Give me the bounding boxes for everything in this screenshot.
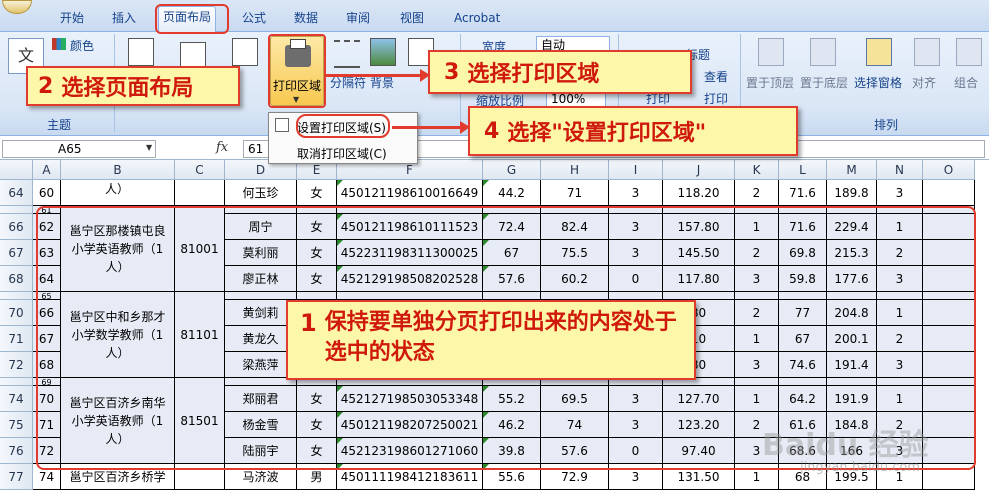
row-header[interactable]: 77 xyxy=(0,464,33,490)
column-header-h[interactable]: H xyxy=(541,160,609,180)
selection-pane-label[interactable]: 选择窗格 xyxy=(854,74,902,91)
row-header[interactable]: 68 xyxy=(0,266,33,292)
column-header-o[interactable]: O xyxy=(923,160,975,180)
callout-step1-text: 保持要单独分页打印出来的内容处于选中的状态 xyxy=(324,310,677,365)
excel-window: 开始 插入 页面布局 公式 数据 审阅 视图 Acrobat 文 颜色 主题 打… xyxy=(0,0,989,504)
callout-step4: 4 选择"设置打印区域" xyxy=(468,106,798,156)
selection-pane-icon[interactable] xyxy=(866,38,892,66)
fx-icon[interactable]: fx xyxy=(216,140,228,155)
row-header[interactable]: 66 xyxy=(0,214,33,240)
cell[interactable]: 何玉珍 xyxy=(225,180,297,206)
align-label[interactable]: 对齐 xyxy=(912,74,936,91)
column-header-i[interactable]: I xyxy=(609,160,663,180)
name-box[interactable]: A65 xyxy=(2,140,156,158)
callout-step2-text: 选择页面布局 xyxy=(61,76,194,101)
chevron-down-icon[interactable]: ▼ xyxy=(146,143,152,152)
cell[interactable]: 71 xyxy=(541,180,609,206)
row-header[interactable]: 67 xyxy=(0,240,33,266)
arrow-step4 xyxy=(392,121,470,134)
row-header[interactable] xyxy=(0,206,33,214)
baidu-watermark-url: jingyan.baidu.com xyxy=(800,460,920,475)
callout-step1: 1 保持要单独分页打印出来的内容处于选中的状态 xyxy=(286,300,696,380)
colors-label[interactable]: 颜色 xyxy=(70,37,94,54)
row-header[interactable]: 71 xyxy=(0,326,33,352)
highlight-set-print-area xyxy=(296,114,390,138)
print-option-label[interactable]: 打印 xyxy=(704,90,728,107)
highlight-print-area-button xyxy=(268,34,326,108)
margins-icon[interactable] xyxy=(128,38,154,66)
callout-step4-num: 4 xyxy=(484,118,500,144)
breaks-icon[interactable] xyxy=(334,40,360,68)
size-icon[interactable] xyxy=(232,38,258,66)
clear-print-area-item[interactable]: 取消打印区域(C) xyxy=(297,145,387,162)
column-header-b[interactable]: B xyxy=(61,160,175,180)
cell[interactable]: 女 xyxy=(297,180,337,206)
select-all-corner[interactable] xyxy=(0,160,33,180)
tab-view[interactable]: 视图 xyxy=(396,8,428,30)
row-header[interactable]: 75 xyxy=(0,412,33,438)
column-header-m[interactable]: M xyxy=(827,160,877,180)
align-icon[interactable] xyxy=(914,38,940,66)
callout-step3: 3 选择打印区域 xyxy=(428,50,692,94)
tab-data[interactable]: 数据 xyxy=(290,8,322,30)
cell[interactable]: 71.6 xyxy=(779,180,827,206)
callout-step4-text: 选择"设置打印区域" xyxy=(507,121,707,146)
column-header-j[interactable]: J xyxy=(663,160,735,180)
cell-text-partial: 人） xyxy=(105,182,130,196)
view-label[interactable]: 查看 xyxy=(704,68,728,85)
row-header[interactable] xyxy=(0,292,33,300)
column-header-g[interactable]: G xyxy=(483,160,541,180)
tab-review[interactable]: 审阅 xyxy=(342,8,374,30)
background-icon[interactable] xyxy=(370,38,396,66)
cell[interactable]: 60 xyxy=(33,180,61,206)
row-header[interactable]: 72 xyxy=(0,352,33,378)
tab-insert[interactable]: 插入 xyxy=(108,8,140,30)
cell[interactable]: 44.2 xyxy=(483,180,541,206)
cell[interactable]: 3 xyxy=(609,180,663,206)
cell[interactable]: 2 xyxy=(735,180,779,206)
bring-front-label[interactable]: 置于顶层 xyxy=(746,74,794,91)
column-header-k[interactable]: K xyxy=(735,160,779,180)
cell[interactable] xyxy=(923,180,975,206)
callout-step3-text: 选择打印区域 xyxy=(467,62,600,87)
bring-front-icon[interactable] xyxy=(758,38,784,66)
callout-step1-num: 1 xyxy=(300,309,317,337)
print-area-menu-icon xyxy=(275,118,289,132)
send-back-icon[interactable] xyxy=(810,38,836,66)
row-header[interactable]: 70 xyxy=(0,300,33,326)
row-header[interactable]: 74 xyxy=(0,386,33,412)
baidu-watermark: Baidu 经验 xyxy=(762,428,929,463)
row-header[interactable]: 64 xyxy=(0,180,33,206)
callout-step2: 2 选择页面布局 xyxy=(26,66,240,106)
themes-group-label: 主题 xyxy=(46,118,71,132)
group-label[interactable]: 组合 xyxy=(954,74,978,91)
cell[interactable]: 450121198610016649 xyxy=(337,180,483,206)
column-header-l[interactable]: L xyxy=(779,160,827,180)
column-header-a[interactable]: A xyxy=(33,160,61,180)
group-icon[interactable] xyxy=(956,38,982,66)
tab-formulas[interactable]: 公式 xyxy=(238,8,270,30)
row-header[interactable] xyxy=(0,378,33,386)
office-button[interactable] xyxy=(2,0,32,14)
highlight-page-layout-tab xyxy=(155,4,229,34)
callout-step3-num: 3 xyxy=(444,59,460,85)
send-back-label[interactable]: 置于底层 xyxy=(800,74,848,91)
tab-acrobat[interactable]: Acrobat xyxy=(450,8,504,30)
callout-step2-num: 2 xyxy=(38,73,54,99)
column-header-c[interactable]: C xyxy=(175,160,225,180)
column-header-n[interactable]: N xyxy=(877,160,923,180)
ribbon-tab-bar: 开始 插入 页面布局 公式 数据 审阅 视图 Acrobat xyxy=(0,0,989,32)
arrow-step3 xyxy=(326,69,430,82)
tab-home[interactable]: 开始 xyxy=(56,8,88,30)
arrange-group-label: 排列 xyxy=(873,118,898,132)
row-header[interactable]: 76 xyxy=(0,438,33,464)
colors-icon[interactable] xyxy=(52,38,66,50)
cell[interactable]: 3 xyxy=(877,180,923,206)
cell[interactable] xyxy=(175,180,225,206)
cell[interactable]: 189.8 xyxy=(827,180,877,206)
cell[interactable]: 118.20 xyxy=(663,180,735,206)
